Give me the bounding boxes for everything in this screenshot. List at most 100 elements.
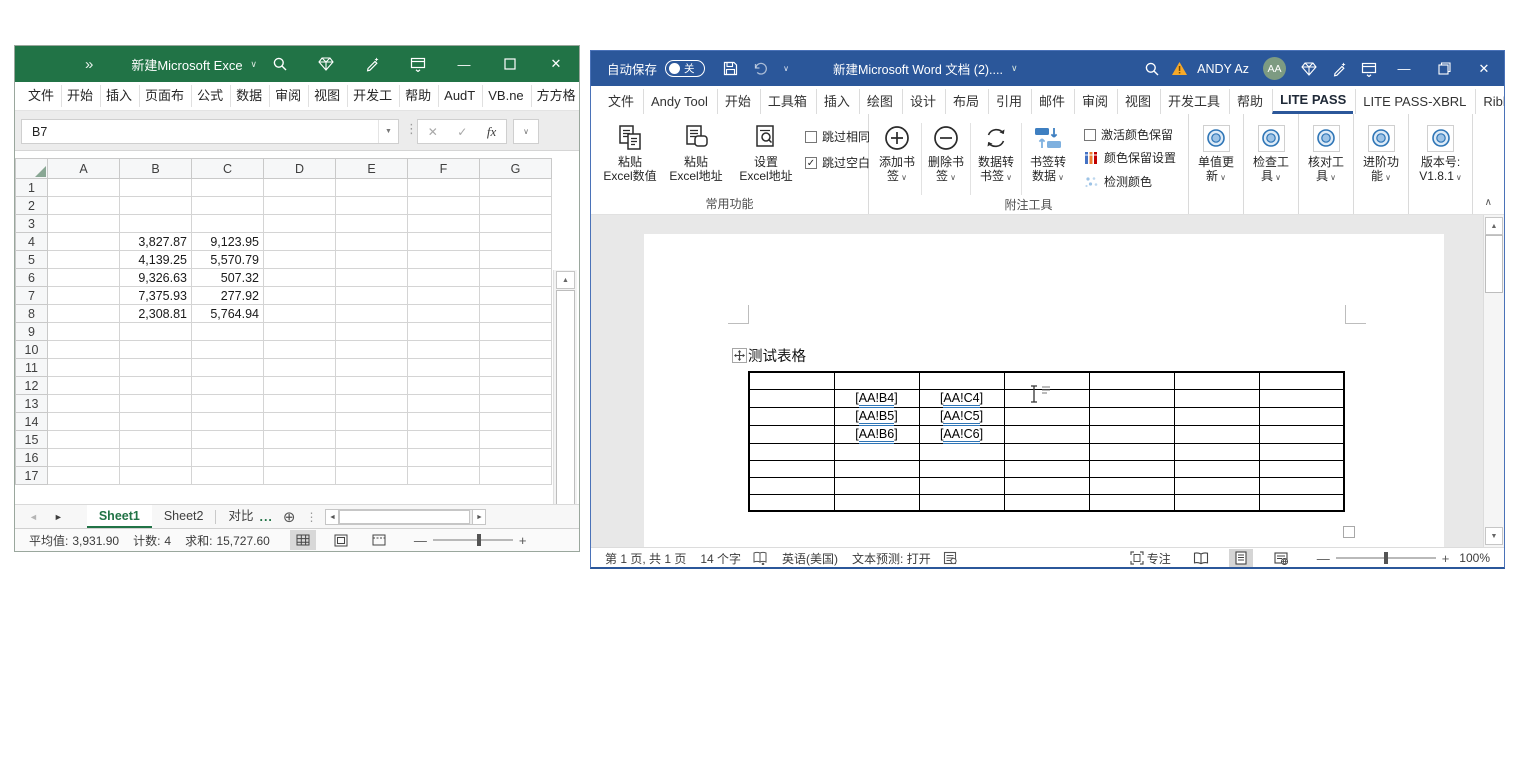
cell-A9[interactable] xyxy=(48,323,120,341)
doc-cell-r2c3[interactable]: [AA!C4] xyxy=(919,389,1004,407)
close-button[interactable]: ✕ xyxy=(1464,51,1504,86)
cell-B14[interactable] xyxy=(120,413,192,431)
cell-E4[interactable] xyxy=(336,233,408,251)
pen-sparkle-icon[interactable] xyxy=(1324,51,1354,86)
cell-G11[interactable] xyxy=(480,359,552,377)
checkbox-color-keep[interactable]: 激活颜色保留 xyxy=(1084,126,1176,143)
cell-A5[interactable] xyxy=(48,251,120,269)
zoom-slider-thumb[interactable] xyxy=(477,534,481,546)
cell-D9[interactable] xyxy=(264,323,336,341)
web-layout-icon[interactable] xyxy=(1269,549,1293,568)
doc-cell-r6c1[interactable] xyxy=(749,460,834,477)
zoom-slider-thumb[interactable] xyxy=(1384,552,1388,564)
excel-tab-帮助[interactable]: 帮助 xyxy=(399,85,436,107)
cell-E11[interactable] xyxy=(336,359,408,377)
paste-excel-values-button[interactable]: 粘贴Excel数值 xyxy=(599,118,661,183)
cell-F7[interactable] xyxy=(408,287,480,305)
quick-access-overflow-icon[interactable]: » xyxy=(85,56,93,73)
cell-A1[interactable] xyxy=(48,179,120,197)
doc-cell-r8c5[interactable] xyxy=(1089,494,1174,511)
cell-C14[interactable] xyxy=(192,413,264,431)
doc-cell-r5c7[interactable] xyxy=(1259,443,1344,460)
checkbox-skip-same[interactable]: 跳过相同 xyxy=(805,128,870,145)
cell-D2[interactable] xyxy=(264,197,336,215)
cell-E17[interactable] xyxy=(336,467,408,485)
cell-F16[interactable] xyxy=(408,449,480,467)
cell-G17[interactable] xyxy=(480,467,552,485)
zoom-slider[interactable] xyxy=(433,539,513,541)
cell-D13[interactable] xyxy=(264,395,336,413)
cell-D12[interactable] xyxy=(264,377,336,395)
scroll-left-icon[interactable]: ◄ xyxy=(325,509,339,525)
cell-G5[interactable] xyxy=(480,251,552,269)
maximize-button[interactable] xyxy=(487,46,533,82)
sheet-nav-left-icon[interactable]: ◄ xyxy=(29,512,38,522)
new-sheet-icon[interactable]: ⊕ xyxy=(283,508,296,526)
cell-D6[interactable] xyxy=(264,269,336,287)
language[interactable]: 英语(美国) xyxy=(782,550,838,567)
cell-B7[interactable]: 7,375.93 xyxy=(120,287,192,305)
cell-G12[interactable] xyxy=(480,377,552,395)
cell-G9[interactable] xyxy=(480,323,552,341)
doc-cell-r1c2[interactable] xyxy=(834,372,919,389)
confirm-entry-icon[interactable]: ✓ xyxy=(457,125,467,139)
word-tab-工具箱[interactable]: 工具箱 xyxy=(760,89,814,114)
cell-C10[interactable] xyxy=(192,341,264,359)
editor-icon[interactable] xyxy=(943,551,957,565)
more-sheets-indicator[interactable]: ... xyxy=(259,510,272,524)
column-header-E[interactable]: E xyxy=(336,159,408,179)
row-header-15[interactable]: 15 xyxy=(16,431,48,449)
page-info[interactable]: 第 1 页, 共 1 页 xyxy=(605,550,686,567)
cell-B10[interactable] xyxy=(120,341,192,359)
row-header-16[interactable]: 16 xyxy=(16,449,48,467)
doc-cell-r3c6[interactable] xyxy=(1174,407,1259,425)
row-header-5[interactable]: 5 xyxy=(16,251,48,269)
page-break-view-icon[interactable] xyxy=(366,530,392,550)
doc-cell-r8c3[interactable] xyxy=(919,494,1004,511)
cell-F6[interactable] xyxy=(408,269,480,287)
doc-cell-r2c2[interactable]: [AA!B4] xyxy=(834,389,919,407)
zoom-out-icon[interactable]: — xyxy=(408,533,433,548)
cell-A10[interactable] xyxy=(48,341,120,359)
cell-G4[interactable] xyxy=(480,233,552,251)
row-header-9[interactable]: 9 xyxy=(16,323,48,341)
cell-C1[interactable] xyxy=(192,179,264,197)
cell-B2[interactable] xyxy=(120,197,192,215)
text-predict[interactable]: 文本预测: 打开 xyxy=(852,550,931,567)
word-tab-审阅[interactable]: 审阅 xyxy=(1074,89,1115,114)
cell-F2[interactable] xyxy=(408,197,480,215)
doc-cell-r4c3[interactable]: [AA!C6] xyxy=(919,425,1004,443)
doc-cell-r5c3[interactable] xyxy=(919,443,1004,460)
row-header-8[interactable]: 8 xyxy=(16,305,48,323)
cell-E5[interactable] xyxy=(336,251,408,269)
column-header-D[interactable]: D xyxy=(264,159,336,179)
doc-cell-r7c5[interactable] xyxy=(1089,477,1174,494)
doc-cell-r3c7[interactable] xyxy=(1259,407,1344,425)
cell-D16[interactable] xyxy=(264,449,336,467)
excel-tab-插入[interactable]: 插入 xyxy=(100,85,137,107)
cell-E13[interactable] xyxy=(336,395,408,413)
restore-button[interactable] xyxy=(1424,51,1464,86)
version-button[interactable]: 版本号:V1.8.1∨ xyxy=(1410,118,1472,185)
row-header-4[interactable]: 4 xyxy=(16,233,48,251)
sheet-tab-duibi[interactable]: 对比 xyxy=(216,505,253,528)
paste-excel-address-button[interactable]: 粘贴Excel地址 xyxy=(661,118,731,183)
cell-A14[interactable] xyxy=(48,413,120,431)
cell-C7[interactable]: 277.92 xyxy=(192,287,264,305)
cell-B4[interactable]: 3,827.87 xyxy=(120,233,192,251)
doc-cell-r1c6[interactable] xyxy=(1174,372,1259,389)
cell-F17[interactable] xyxy=(408,467,480,485)
insert-function-icon[interactable]: fx xyxy=(487,124,496,140)
cell-G14[interactable] xyxy=(480,413,552,431)
cell-F11[interactable] xyxy=(408,359,480,377)
excel-tab-视图[interactable]: 视图 xyxy=(308,85,345,107)
hscroll-thumb[interactable] xyxy=(339,510,470,524)
cell-F5[interactable] xyxy=(408,251,480,269)
cell-C5[interactable]: 5,570.79 xyxy=(192,251,264,269)
minimize-button[interactable]: — xyxy=(1384,51,1424,86)
zoom-in-icon[interactable]: + xyxy=(1436,551,1456,566)
cell-G6[interactable] xyxy=(480,269,552,287)
cell-A2[interactable] xyxy=(48,197,120,215)
zoom-in-icon[interactable]: + xyxy=(513,533,533,548)
focus-mode-button[interactable]: 专注 xyxy=(1130,550,1171,567)
